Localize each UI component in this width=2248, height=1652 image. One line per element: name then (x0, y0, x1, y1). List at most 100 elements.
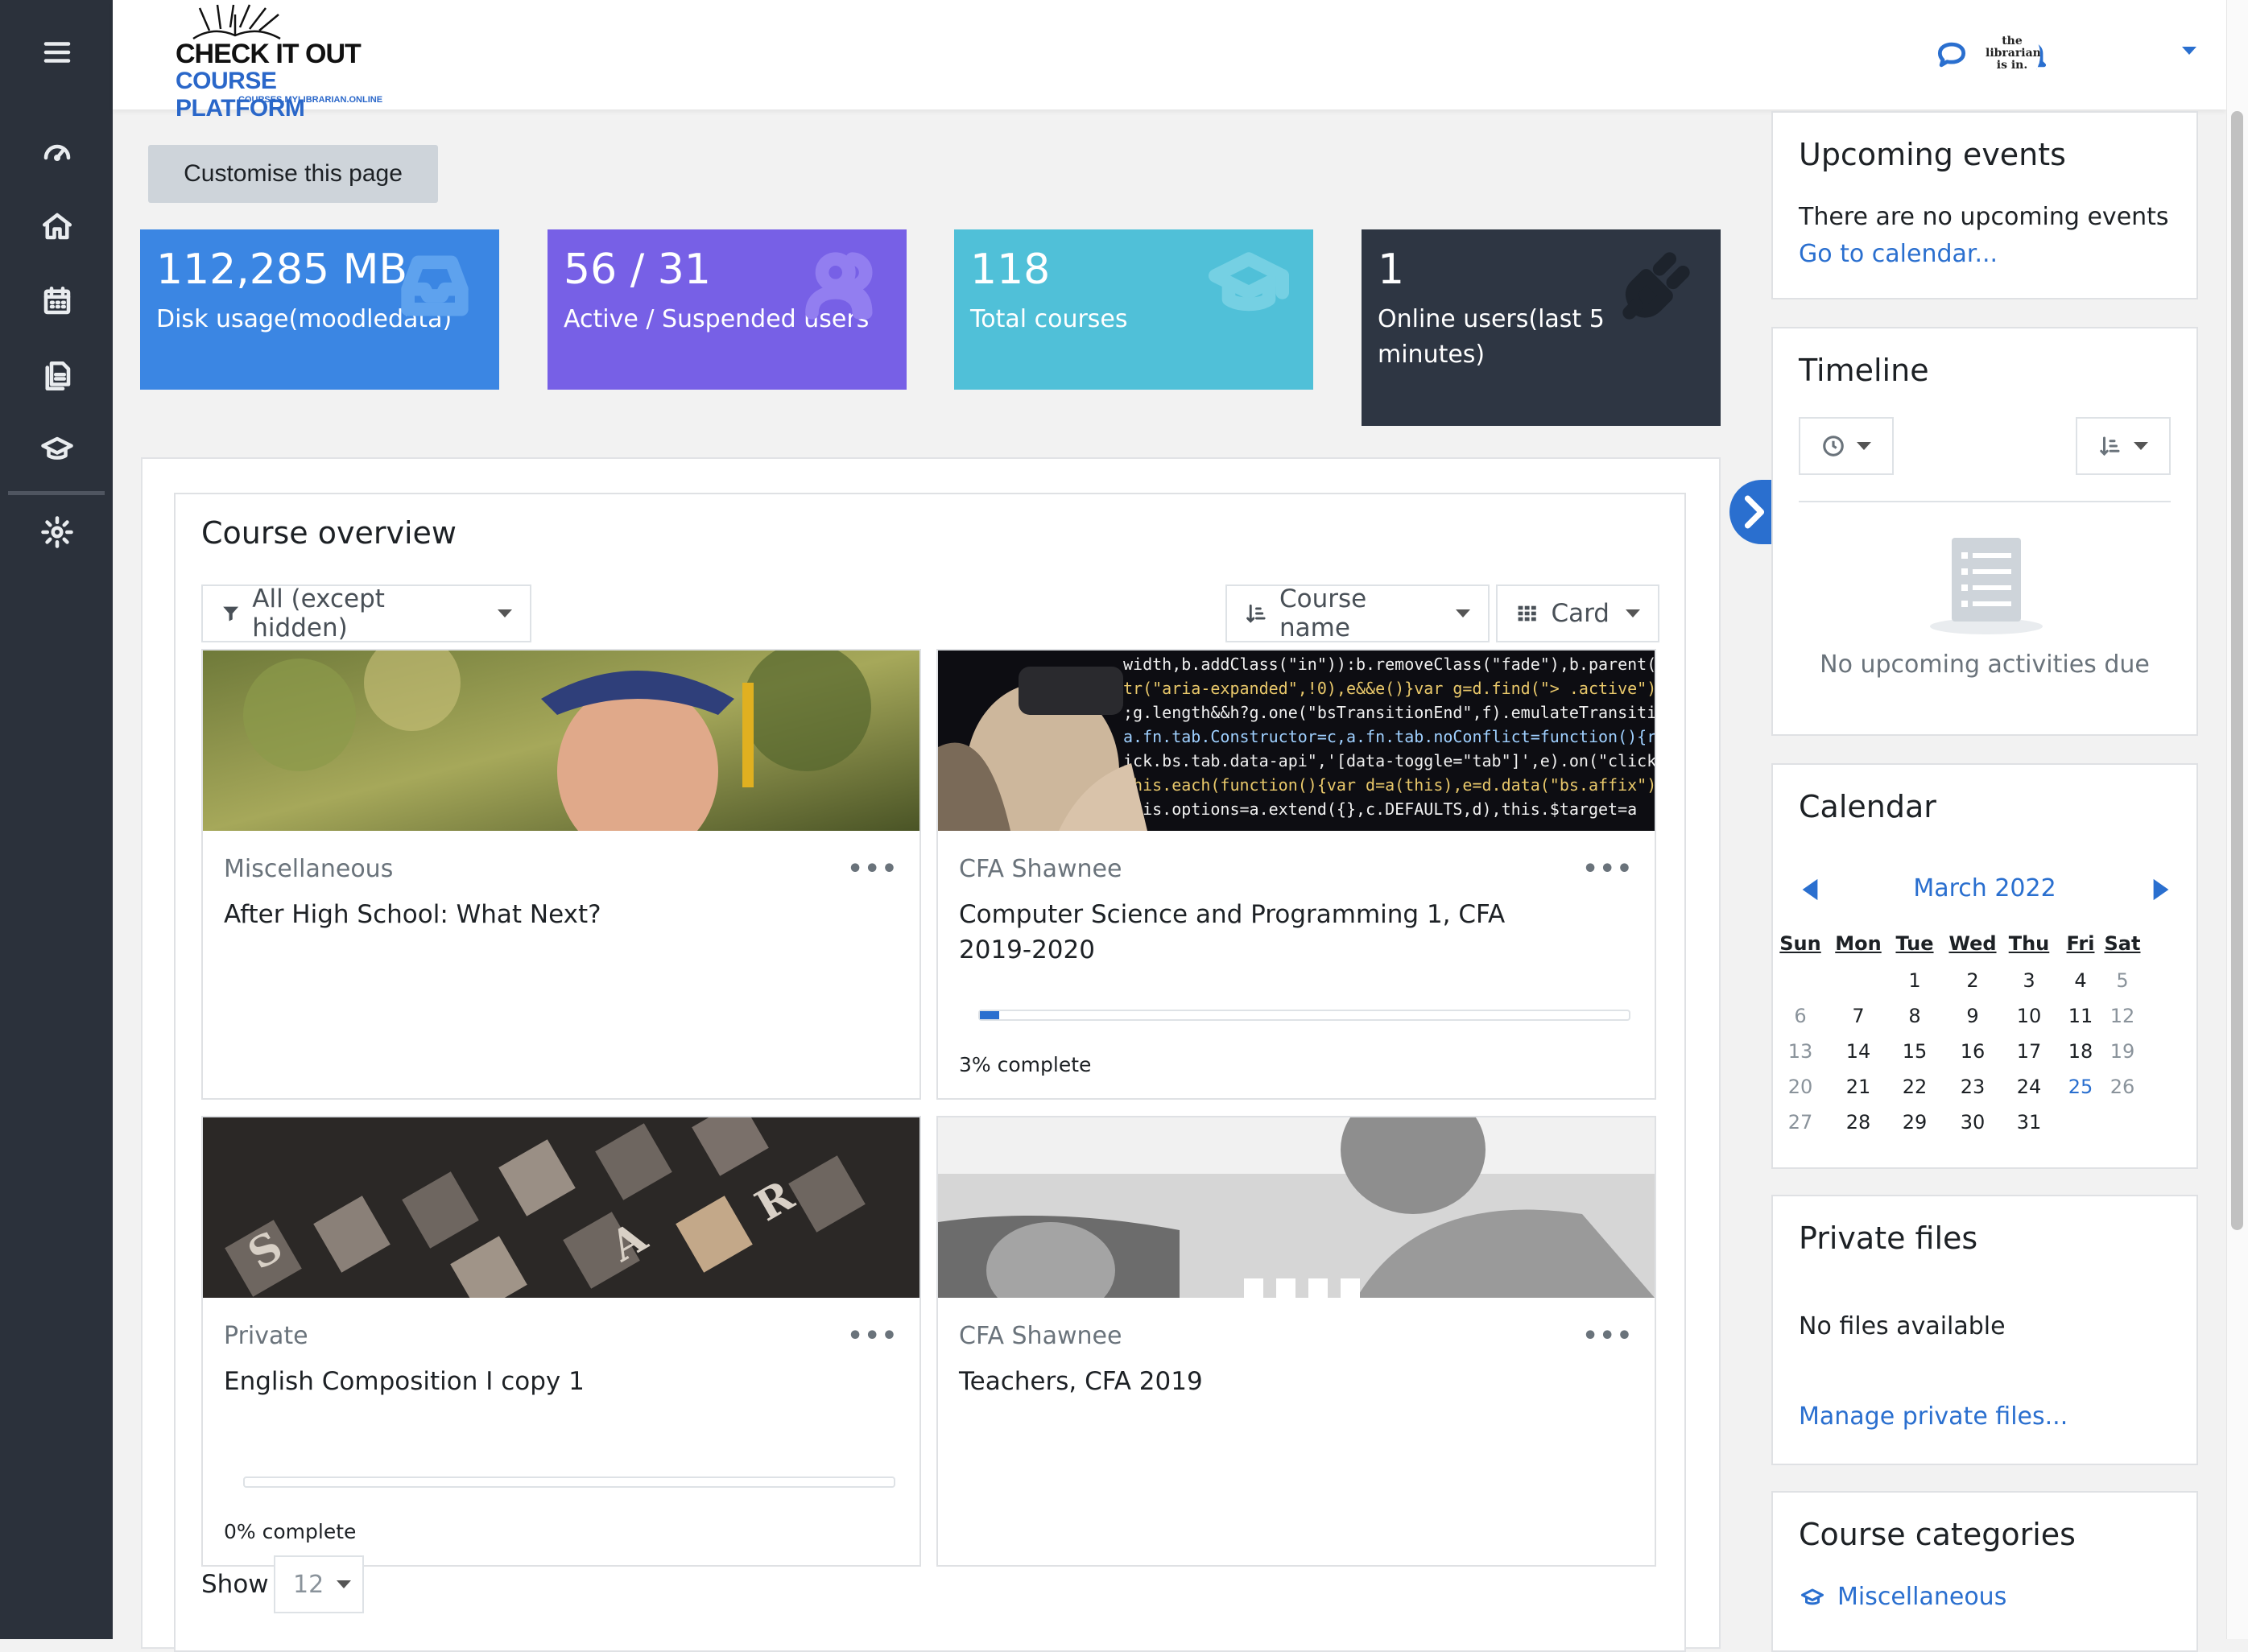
sort-dropdown[interactable]: Course name (1225, 584, 1490, 642)
gear-icon[interactable] (32, 507, 82, 557)
course-actions-icon[interactable]: ••• (1582, 1322, 1634, 1350)
courses-icon[interactable] (32, 425, 82, 475)
calendar-day[interactable]: 30 (1948, 1111, 1997, 1134)
calendar-day[interactable]: 5 (2098, 969, 2147, 992)
course-image-letterpress[interactable]: S A R (203, 1117, 919, 1298)
calendar-day[interactable]: 21 (1834, 1076, 1882, 1098)
calendar-day[interactable]: 25 (2056, 1076, 2105, 1098)
timeline-sort[interactable] (2076, 417, 2171, 475)
progress-text: 0% complete (224, 1520, 357, 1543)
course-actions-icon[interactable]: ••• (1582, 855, 1634, 883)
filter-icon (223, 606, 239, 622)
stat-label: Online users(last 5 minutes) (1378, 305, 1605, 369)
menu-icon[interactable] (32, 27, 82, 77)
timeline-day-filter[interactable] (1799, 417, 1894, 475)
calendar-day-header: Fri (2066, 932, 2095, 955)
site-logo[interactable]: CHECK IT OUT COURSE PLATFORM COURSES.MYL… (145, 0, 411, 122)
user-menu-chevron-down-icon[interactable] (2182, 47, 2196, 55)
view-dropdown[interactable]: Card (1496, 584, 1659, 642)
calendar-day[interactable]: 8 (1891, 1005, 1939, 1027)
scrollbar-thumb[interactable] (2231, 111, 2243, 1230)
svg-text:tr("aria-expanded",!0),e&&e()}: tr("aria-expanded",!0),e&&e()}var g=d.fi… (1123, 679, 1655, 698)
course-actions-icon[interactable]: ••• (847, 1322, 899, 1350)
calendar-icon[interactable] (32, 276, 82, 326)
calendar-day[interactable]: 18 (2056, 1040, 2105, 1063)
course-card[interactable]: width,b.addClass("in")):b.removeClass("f… (936, 649, 1656, 1100)
calendar-day[interactable]: 15 (1891, 1040, 1939, 1063)
calendar-day[interactable]: 7 (1834, 1005, 1882, 1027)
calendar-day-header: Wed (1948, 932, 1997, 955)
course-progress-bar (243, 1476, 895, 1488)
graduation-cap-icon (1801, 1588, 1824, 1605)
calendar-day[interactable]: 11 (2056, 1005, 2105, 1027)
messages-icon[interactable] (1931, 34, 1973, 76)
calendar-day[interactable]: 22 (1891, 1076, 1939, 1098)
calendar-day[interactable]: 9 (1948, 1005, 1997, 1027)
calendar-day[interactable]: 16 (1948, 1040, 1997, 1063)
course-title[interactable]: Computer Science and Programming 1, CFA … (959, 897, 1571, 968)
svg-text:this.each(function(){var d=a(t: this.each(function(){var d=a(this),e=d.d… (1123, 775, 1655, 795)
svg-text:width,b.addClass("in")):b.remo: width,b.addClass("in")):b.removeClass("f… (1123, 655, 1655, 674)
dashboard-icon[interactable] (32, 127, 82, 177)
calendar-day[interactable]: 1 (1891, 969, 1939, 992)
calendar-day[interactable]: 20 (1776, 1076, 1824, 1098)
calendar-day[interactable]: 19 (2098, 1040, 2147, 1063)
manage-private-files-link[interactable]: Manage private files... (1799, 1402, 2068, 1431)
calendar-day[interactable]: 27 (1776, 1111, 1824, 1134)
stat-users: 56 / 31 Active / Suspended users (548, 229, 907, 390)
category-link-miscellaneous[interactable]: Miscellaneous (1837, 1583, 2006, 1611)
per-page-select[interactable]: 12 (274, 1555, 364, 1613)
course-actions-icon[interactable]: ••• (847, 855, 899, 883)
calendar-day[interactable]: 29 (1891, 1111, 1939, 1134)
calendar-day[interactable]: 17 (2005, 1040, 2053, 1063)
calendar-day[interactable]: 3 (2005, 969, 2053, 992)
course-title[interactable]: After High School: What Next? (224, 897, 836, 932)
book-logo-icon (192, 4, 281, 40)
course-image-teachers[interactable] (938, 1117, 1655, 1298)
home-icon[interactable] (32, 201, 82, 251)
course-image-vr-code[interactable]: width,b.addClass("in")):b.removeClass("f… (938, 650, 1655, 831)
calendar-day-header: Mon (1835, 932, 1882, 955)
files-icon[interactable] (32, 351, 82, 401)
course-card[interactable]: S A R Private ••• English Composition I … (201, 1116, 921, 1567)
calendar-day[interactable]: 10 (2005, 1005, 2053, 1027)
calendar-day[interactable]: 26 (2098, 1076, 2147, 1098)
calendar-day[interactable]: 2 (1948, 969, 1997, 992)
calendar-day[interactable]: 13 (1776, 1040, 1824, 1063)
svg-text:ick.bs.tab.data-api",'[data-to: ick.bs.tab.data-api",'[data-toggle="tab"… (1123, 751, 1655, 770)
calendar-day[interactable]: 23 (1948, 1076, 1997, 1098)
chevron-right-icon (1744, 495, 1765, 529)
go-to-calendar-link[interactable]: Go to calendar... (1799, 240, 1998, 268)
calendar-day[interactable]: 24 (2005, 1076, 2053, 1098)
calendar-block: Calendar March 2022 (1771, 763, 2198, 1169)
calendar-day-header: Tue (1895, 932, 1934, 955)
timeline-empty-text: No upcoming activities due (1820, 650, 2150, 679)
calendar-day[interactable]: 14 (1834, 1040, 1882, 1063)
rail-divider (8, 491, 105, 495)
course-title[interactable]: English Composition I copy 1 (224, 1364, 836, 1399)
course-title[interactable]: Teachers, CFA 2019 (959, 1364, 1571, 1399)
grouping-label: All (except hidden) (252, 584, 385, 642)
sort-icon (2100, 436, 2120, 456)
course-card[interactable]: Miscellaneous ••• After High School: Wha… (201, 649, 921, 1100)
course-image-graduate[interactable] (203, 650, 919, 831)
sort-label: Course name (1279, 584, 1367, 642)
calendar-day[interactable]: 31 (2005, 1111, 2053, 1134)
graduation-cap-icon (1209, 252, 1289, 312)
course-category: Miscellaneous (224, 855, 394, 883)
calendar-day[interactable]: 4 (2056, 969, 2105, 992)
calendar-month[interactable]: March 2022 (1773, 874, 2196, 902)
course-category: CFA Shawnee (959, 1322, 1122, 1350)
avatar[interactable]: the librarian is in. (1979, 24, 2040, 85)
svg-text:a.fn.tab.Constructor=c,a.fn.ta: a.fn.tab.Constructor=c,a.fn.tab.noConfli… (1123, 727, 1655, 746)
per-page-value: 12 (293, 1570, 324, 1599)
logo-url: COURSES.MYLIBRARIAN.ONLINE (238, 95, 383, 105)
calendar-day[interactable]: 6 (1776, 1005, 1824, 1027)
calendar-day[interactable]: 12 (2098, 1005, 2147, 1027)
grouping-dropdown[interactable]: All (except hidden) (201, 584, 531, 642)
customise-page-button[interactable]: Customise this page (148, 145, 438, 203)
next-month-arrow-icon[interactable] (2151, 878, 2171, 902)
course-card[interactable]: CFA Shawnee ••• Teachers, CFA 2019 (936, 1116, 1656, 1567)
calendar-day[interactable]: 28 (1834, 1111, 1882, 1134)
logo-line1: CHECK IT OUT (176, 39, 362, 69)
